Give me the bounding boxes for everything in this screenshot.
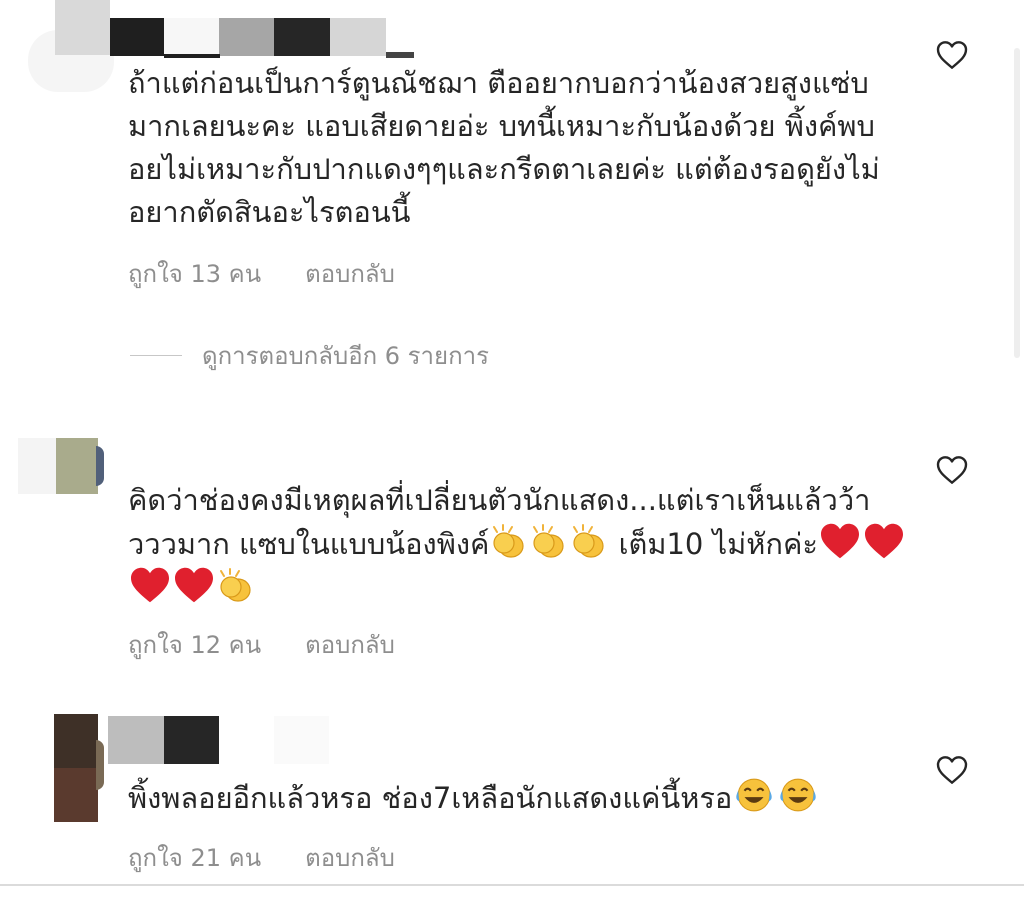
replies-divider-line bbox=[130, 354, 182, 356]
divider bbox=[0, 884, 1024, 886]
comment-meta: ถูกใจ 12 คน ตอบกลับ bbox=[128, 625, 395, 664]
face-with-tears-of-joy-icon bbox=[732, 778, 776, 815]
reply-button[interactable]: ตอบกลับ bbox=[305, 625, 395, 664]
red-heart-icon bbox=[818, 523, 862, 561]
comment-text: ถ้าแต่ก่อนเป็นการ์ตูนณัชฌา ตืออยากบอกว่า… bbox=[128, 66, 880, 229]
red-heart-icon bbox=[172, 567, 216, 605]
like-heart-icon[interactable] bbox=[936, 455, 968, 485]
comment-text: คิดว่าช่องคงมีเหตุผลที่เปลี่ยนตัวนักแสดง… bbox=[128, 479, 908, 610]
red-heart-icon bbox=[128, 567, 172, 605]
face-with-tears-of-joy-icon bbox=[776, 778, 820, 815]
reply-button[interactable]: ตอบกลับ bbox=[305, 838, 395, 877]
like-heart-icon[interactable] bbox=[936, 755, 968, 785]
comment-text-part: พิ้งพลอยอีกแล้วหรอ ช่อง7เหลือนักแสดงแค่น… bbox=[128, 781, 733, 815]
like-count[interactable]: ถูกใจ 21 คน bbox=[128, 838, 261, 877]
comment-text: พิ้งพลอยอีกแล้วหรอ ช่อง7เหลือนักแสดงแค่น… bbox=[128, 776, 908, 820]
like-count[interactable]: ถูกใจ 13 คน bbox=[128, 254, 261, 293]
like-count[interactable]: ถูกใจ 12 คน bbox=[128, 625, 261, 664]
clapping-hands-icon bbox=[216, 568, 256, 605]
scrollbar[interactable] bbox=[1014, 48, 1020, 358]
comment-meta: ถูกใจ 13 คน ตอบกลับ bbox=[128, 254, 395, 293]
comment-meta: ถูกใจ 21 คน ตอบกลับ bbox=[128, 838, 395, 877]
red-heart-icon bbox=[862, 523, 906, 561]
clapping-hands-icon bbox=[529, 524, 569, 561]
clapping-hands-icon bbox=[569, 524, 609, 561]
view-replies-label: ดูการตอบกลับอีก 6 รายการ bbox=[202, 341, 489, 370]
like-heart-icon[interactable] bbox=[936, 40, 968, 70]
comment-text-part: เต็ม10 ไม่หักค่ะ bbox=[609, 527, 818, 561]
clapping-hands-icon bbox=[489, 524, 529, 561]
reply-button[interactable]: ตอบกลับ bbox=[305, 254, 395, 293]
view-replies-button[interactable]: ดูการตอบกลับอีก 6 รายการ bbox=[130, 337, 489, 373]
